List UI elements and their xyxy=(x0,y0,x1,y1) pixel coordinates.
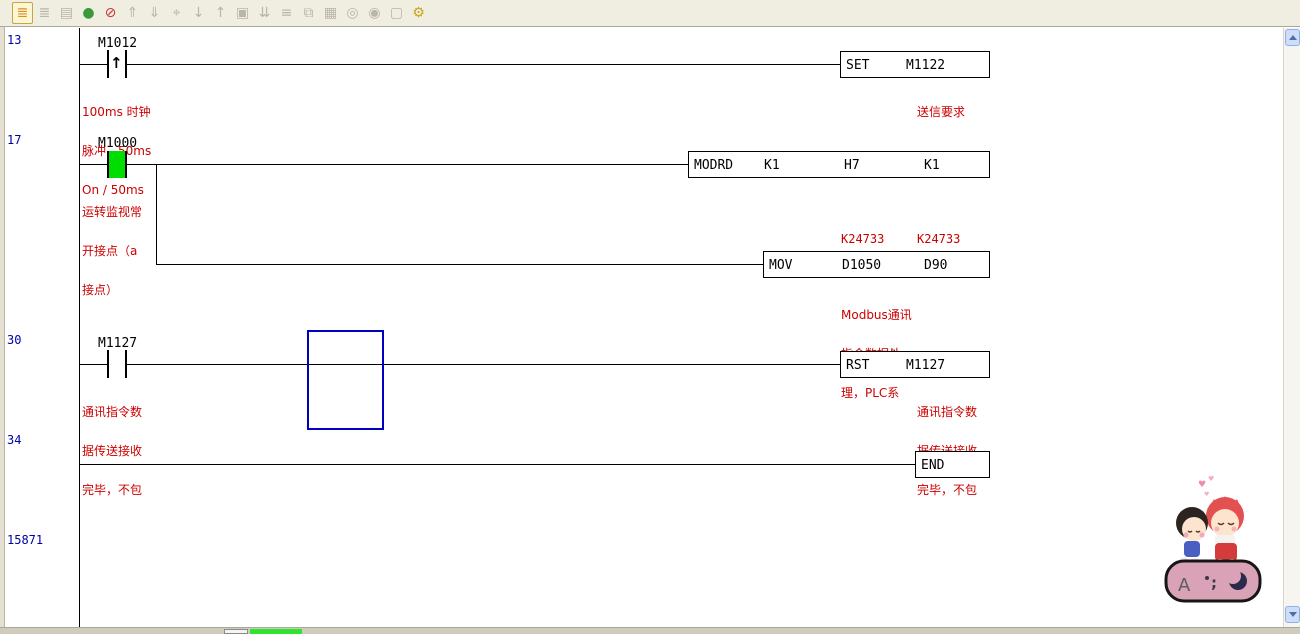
device-monitor-icon[interactable]: ▣ xyxy=(232,2,253,24)
ladder-mode-icon[interactable]: ≣ xyxy=(12,2,33,24)
pulse-contact-m1012[interactable] xyxy=(125,50,127,78)
instruction-dst: D90 xyxy=(924,258,947,273)
code-transfer-icon[interactable]: ↑ xyxy=(210,2,231,24)
instruction-param1: K1 xyxy=(764,158,780,173)
code-convert-icon[interactable]: ↓ xyxy=(188,2,209,24)
step-number-30: 30 xyxy=(7,333,21,347)
scroll-up-button[interactable] xyxy=(1285,29,1300,46)
rising-edge-arrow-icon: ↑ xyxy=(110,54,123,72)
rung30-wire xyxy=(79,364,107,365)
screen-capture-icon[interactable]: ▦ xyxy=(320,2,341,24)
step-number-34: 34 xyxy=(7,433,21,447)
rung13-wire xyxy=(127,64,840,65)
bottom-strip-green-bar xyxy=(250,629,302,634)
chevron-up-icon xyxy=(1289,35,1297,40)
step-number-13: 13 xyxy=(7,33,21,47)
read-from-plc-icon[interactable]: ⇓ xyxy=(144,2,165,24)
write-to-plc-icon[interactable]: ⇑ xyxy=(122,2,143,24)
mascot-letter: A xyxy=(1178,575,1191,596)
program-check-icon[interactable]: ▤ xyxy=(56,2,77,24)
window-left-frame xyxy=(0,27,5,627)
heart-icon: ♥ xyxy=(1198,480,1206,490)
rung13-wire xyxy=(79,64,107,65)
contact-device-label: M1000 xyxy=(98,136,137,151)
heart-icon: ♥ xyxy=(1208,475,1214,483)
contact-comment: 运转监视常 开接点（a 接点） xyxy=(82,180,142,323)
heart-icon: ♥ xyxy=(1204,491,1209,498)
ladder-build-icon[interactable]: ≣ xyxy=(34,2,55,24)
monitor-value-d90: K24733 xyxy=(917,232,960,246)
mov-instruction-box[interactable]: MOV D1050 D90 xyxy=(763,251,990,278)
insert-row-icon[interactable]: ≡ xyxy=(276,2,297,24)
stop-monitor-icon[interactable]: ⊘ xyxy=(100,2,121,24)
left-power-rail xyxy=(79,28,80,627)
ladder-editor-canvas[interactable]: 13 17 30 34 15871 M1012 ↑ 100ms 时钟 脉冲，50… xyxy=(0,28,1283,627)
zoom-m-icon[interactable]: ◎ xyxy=(342,2,363,24)
vertical-scrollbar[interactable] xyxy=(1283,28,1300,627)
mascot-graphic: ♥ ♥ ♥ xyxy=(1162,473,1264,607)
cascade-windows-icon[interactable]: ⧉ xyxy=(298,2,319,24)
contact-comment: 通讯指令数 据传送接收 完毕，不包 xyxy=(82,380,142,523)
contact-m1000-energized[interactable] xyxy=(107,151,127,178)
device-write-icon[interactable]: ⇊ xyxy=(254,2,275,24)
main-toolbar: ◗ ≣ ≣ ▤ ● ⊘ ⇑ ⇓ ⌖ ↓ ↑ ▣ ⇊ ≡ ⧉ ▦ ◎ ◉ ▢ ⚙ xyxy=(0,0,1300,27)
instruction-comment: 送信要求 xyxy=(917,80,965,145)
mascot-girl xyxy=(1176,507,1208,566)
edge-partial-icon[interactable]: ◗ xyxy=(0,1,12,25)
instruction-param3: K1 xyxy=(924,158,940,173)
step-number-17: 17 xyxy=(7,133,21,147)
scroll-down-button[interactable] xyxy=(1285,606,1300,623)
network-status-icon[interactable]: ▢ xyxy=(386,2,407,24)
branch-wire-horizontal xyxy=(156,264,763,265)
instruction-op: RST xyxy=(846,358,869,373)
contact-m1127[interactable] xyxy=(107,350,109,378)
rung17-wire xyxy=(79,164,107,165)
rung34-wire xyxy=(79,464,915,465)
bottom-strip-white-box xyxy=(224,629,248,634)
instruction-op: MOV xyxy=(769,258,792,273)
rung17-wire xyxy=(127,164,688,165)
remote-comm-icon[interactable]: ⌖ xyxy=(166,2,187,24)
instruction-src: D1050 xyxy=(842,258,881,273)
rst-instruction-box[interactable]: RST M1127 xyxy=(840,351,990,378)
chevron-down-icon xyxy=(1289,612,1297,617)
set-instruction-box[interactable]: SET M1122 xyxy=(840,51,990,78)
online-globe-icon[interactable]: ● xyxy=(78,2,99,24)
monitor-value-d1050: K24733 xyxy=(841,232,884,246)
step-number-15871: 15871 xyxy=(7,533,43,547)
instruction-op: MODRD xyxy=(694,158,733,173)
settings-tool-icon[interactable]: ⚙ xyxy=(408,2,429,24)
mascot-punct: ; xyxy=(1211,574,1217,592)
instruction-operand: M1127 xyxy=(906,358,945,373)
end-instruction-box[interactable]: END xyxy=(915,451,990,478)
instruction-param2: H7 xyxy=(844,158,860,173)
bottom-edge-strip xyxy=(0,627,1300,634)
contact-device-label: M1127 xyxy=(98,336,137,351)
contact-m1127[interactable] xyxy=(125,350,127,378)
modrd-instruction-box[interactable]: MODRD K1 H7 K1 xyxy=(688,151,990,178)
zoom-p-icon[interactable]: ◉ xyxy=(364,2,385,24)
instruction-op: SET xyxy=(846,58,869,73)
edit-selection-cursor xyxy=(307,330,384,430)
branch-wire-vertical xyxy=(156,164,157,265)
instruction-op: END xyxy=(921,458,944,473)
mascot-boy xyxy=(1206,496,1244,567)
contact-device-label: M1012 xyxy=(98,36,137,51)
instruction-operand: M1122 xyxy=(906,58,945,73)
mascot-widget[interactable]: ♥ ♥ ♥ xyxy=(1162,473,1264,607)
rung30-wire xyxy=(127,364,840,365)
pulse-contact-m1012[interactable] xyxy=(107,50,109,78)
